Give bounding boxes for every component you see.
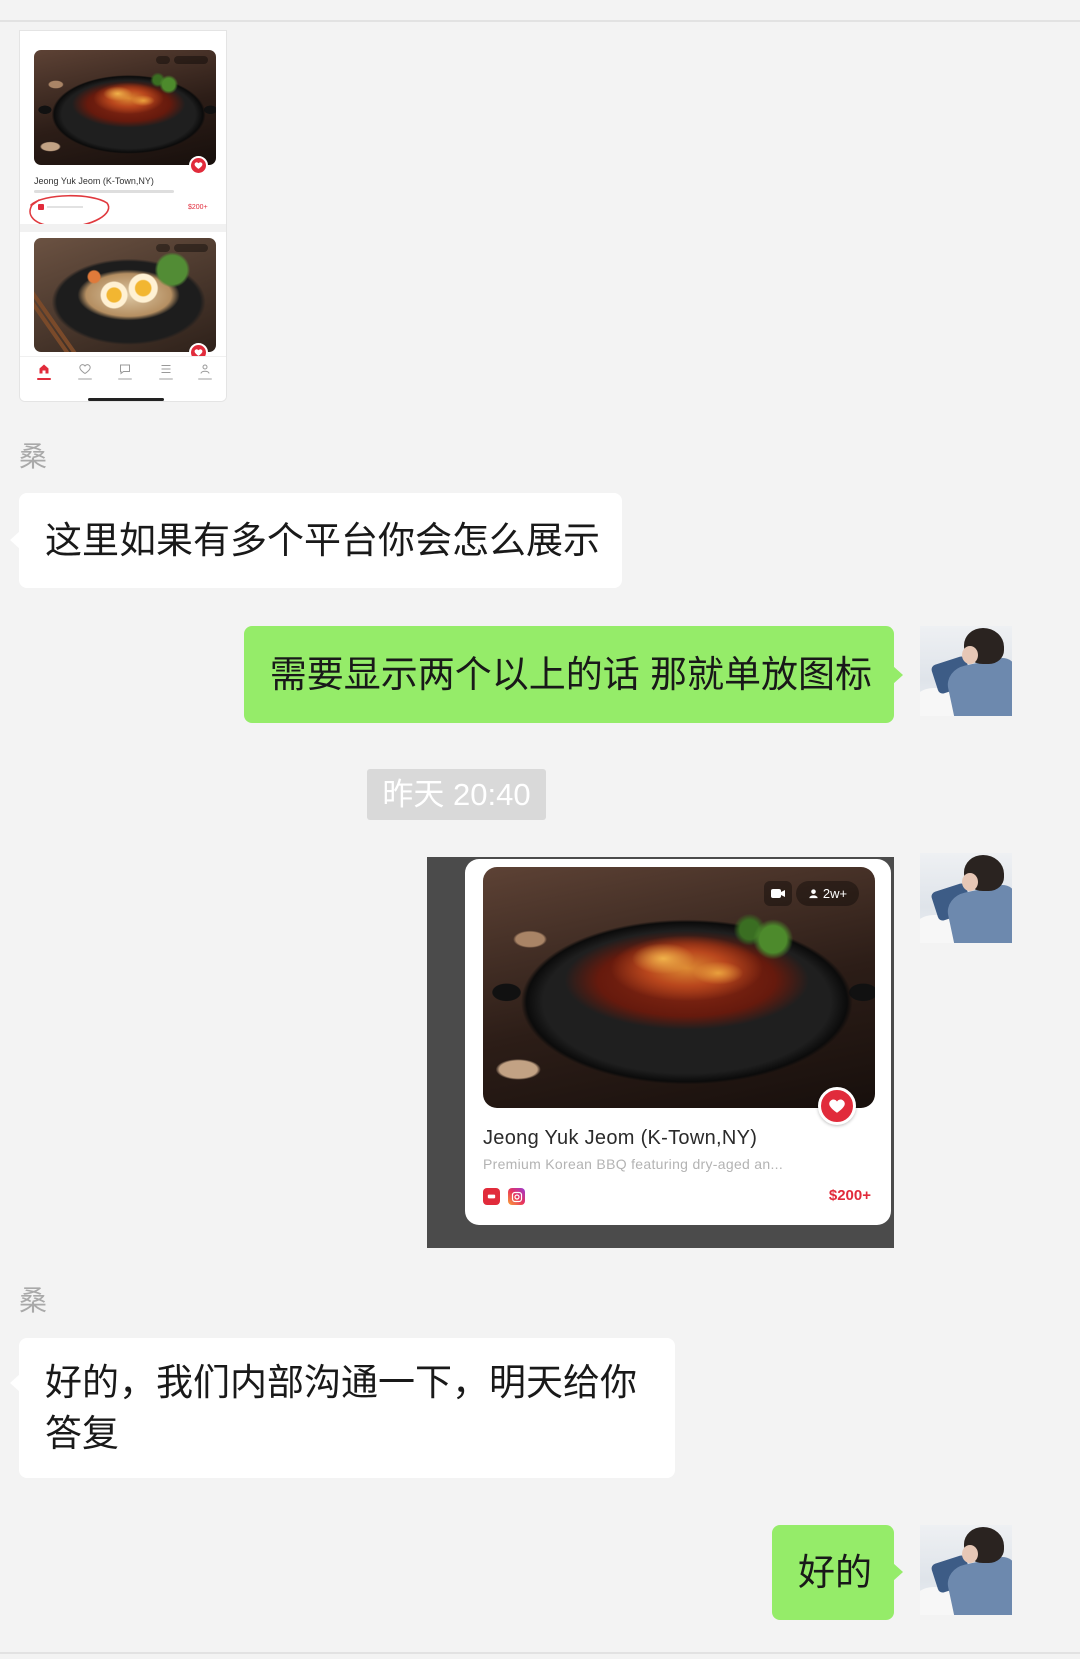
thumbnail-tab-bar (20, 356, 226, 401)
list-icon (159, 363, 173, 385)
bubble-tail (10, 1374, 20, 1392)
thumbnail-video-badge (156, 244, 170, 252)
red-platform-icon (483, 1188, 500, 1205)
thumbnail-heart-icon (189, 156, 208, 175)
timestamp-label: 昨天 20:40 (367, 769, 546, 820)
heart-icon (78, 363, 92, 385)
restaurant-title: Jeong Yuk Jeom (K-Town,NY) (483, 1127, 758, 1149)
outgoing-image-message[interactable]: 2w+ Jeong Yuk Jeom (K-Town,NY) Premium K… (427, 857, 894, 1248)
incoming-image-message[interactable]: Jeong Yuk Jeom (K-Town,NY) $200+ (19, 30, 227, 402)
restaurant-card: 2w+ Jeong Yuk Jeom (K-Town,NY) Premium K… (465, 859, 891, 1225)
incoming-message-bubble[interactable]: 好的，我们内部沟通一下，明天给你答复 (10, 1338, 675, 1478)
message-text: 好的，我们内部沟通一下，明天给你答复 (45, 1362, 637, 1454)
home-icon (37, 363, 51, 385)
views-count: 2w+ (822, 886, 848, 901)
home-indicator (88, 398, 164, 401)
bubble-tail (10, 531, 20, 549)
instagram-icon (508, 1188, 525, 1205)
user-icon (198, 363, 212, 385)
video-icon (764, 881, 792, 906)
outgoing-message-bubble[interactable]: 好的 (772, 1525, 903, 1620)
top-divider (0, 20, 1080, 22)
thumbnail-food-image-2 (34, 238, 216, 352)
incoming-message-bubble[interactable]: 这里如果有多个平台你会怎么展示 (10, 493, 622, 588)
sender-name: 桑 (19, 1285, 48, 1316)
thumbnail-chopsticks (34, 273, 102, 352)
thumbnail-card-gap (20, 224, 226, 232)
bubble-tail (893, 666, 903, 684)
views-badge: 2w+ (796, 881, 859, 906)
thumbnail-stats-badge (174, 56, 208, 64)
message-text: 好的 (798, 1552, 872, 1593)
outgoing-message-bubble[interactable]: 需要显示两个以上的话 那就单放图标 (243, 626, 903, 723)
restaurant-food-image: 2w+ (483, 867, 875, 1108)
message-text: 需要显示两个以上的话 那就单放图标 (269, 654, 872, 695)
chat-icon (118, 363, 132, 385)
thumbnail-food-image-1 (34, 50, 216, 165)
sender-name: 桑 (19, 441, 48, 472)
my-avatar[interactable] (920, 853, 1012, 943)
message-text: 这里如果有多个平台你会怎么展示 (45, 520, 600, 561)
restaurant-price: $200+ (828, 1187, 871, 1204)
person-icon (809, 889, 818, 899)
my-avatar[interactable] (920, 626, 1012, 716)
thumbnail-card-price: $200+ (188, 204, 208, 211)
heart-icon (818, 1087, 856, 1125)
thumbnail-video-badge (156, 56, 170, 64)
thumbnail-card-title: Jeong Yuk Jeom (K-Town,NY) (34, 176, 154, 186)
restaurant-description: Premium Korean BBQ featuring dry-aged an… (483, 1156, 784, 1172)
my-avatar[interactable] (920, 1525, 1012, 1615)
bubble-tail (893, 1563, 903, 1581)
bottom-divider (0, 1652, 1080, 1654)
thumbnail-stats-badge (174, 244, 208, 252)
